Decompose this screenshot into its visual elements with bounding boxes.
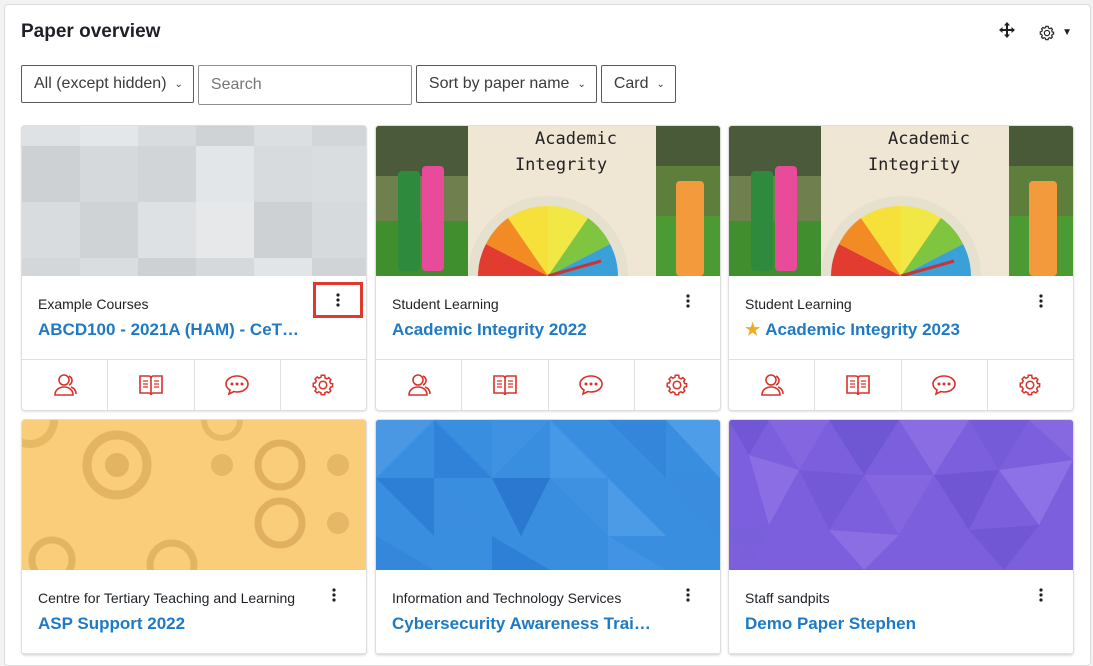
settings-gear-icon bbox=[312, 374, 334, 396]
course-card[interactable]: Centre for Tertiary Teaching and Learnin… bbox=[21, 419, 367, 655]
course-image-blue-triangles-pattern[interactable] bbox=[376, 420, 720, 570]
settings-gear-icon bbox=[1019, 374, 1041, 396]
course-actions-menu-button[interactable] bbox=[313, 282, 363, 318]
course-category: Information and Technology Services bbox=[392, 590, 622, 606]
grades-button[interactable] bbox=[462, 360, 549, 410]
course-image-yellow-circles-pattern[interactable] bbox=[22, 420, 366, 570]
kebab-menu-icon bbox=[336, 293, 340, 307]
course-card[interactable]: Information and Technology Services Cybe… bbox=[375, 419, 721, 655]
settings-gear-icon bbox=[666, 374, 688, 396]
course-name-text: Academic Integrity 2023 bbox=[765, 320, 960, 339]
gear-icon bbox=[1039, 25, 1055, 40]
grouping-label: All (except hidden) bbox=[34, 75, 167, 92]
course-card[interactable]: Example Courses ABCD100 - 2021A (HAM) - … bbox=[21, 125, 367, 411]
kebab-menu-icon bbox=[686, 294, 690, 308]
view-label: Card bbox=[613, 75, 649, 92]
course-name-link[interactable]: ABCD100 - 2021A (HAM) - CeT… bbox=[38, 320, 299, 340]
kebab-menu-icon bbox=[332, 588, 336, 602]
chevron-down-icon: ⌄ bbox=[577, 78, 586, 90]
star-icon: ★ bbox=[745, 320, 761, 339]
move-arrows-icon[interactable] bbox=[998, 21, 1016, 44]
course-image-grey-pattern[interactable] bbox=[22, 126, 366, 276]
course-image-academic-integrity-drawing[interactable]: Academic Integrity bbox=[729, 126, 1073, 276]
course-actions-menu-button[interactable] bbox=[1031, 294, 1051, 314]
chevron-down-icon: ⌄ bbox=[174, 78, 183, 90]
course-category: Student Learning bbox=[392, 296, 499, 312]
course-actions-menu-button[interactable] bbox=[678, 294, 698, 314]
kebab-menu-icon bbox=[1039, 294, 1043, 308]
course-name-link[interactable]: Demo Paper Stephen bbox=[745, 614, 916, 634]
sort-label: Sort by paper name bbox=[428, 75, 570, 92]
course-category: Centre for Tertiary Teaching and Learnin… bbox=[38, 590, 296, 606]
settings-button[interactable] bbox=[635, 360, 720, 410]
view-dropdown[interactable]: Card ⌄ bbox=[600, 65, 676, 103]
participants-icon bbox=[760, 374, 784, 396]
svg-text:Integrity: Integrity bbox=[868, 155, 960, 175]
chevron-down-icon: ▼ bbox=[1062, 27, 1072, 38]
svg-text:Academic: Academic bbox=[888, 129, 970, 149]
search-input[interactable] bbox=[197, 65, 412, 105]
forum-chat-icon bbox=[932, 375, 956, 396]
course-category: Staff sandpits bbox=[745, 590, 830, 606]
grades-book-icon bbox=[846, 375, 870, 396]
course-actions-menu-button[interactable] bbox=[324, 588, 344, 608]
course-actions-menu-button[interactable] bbox=[678, 588, 698, 608]
forum-chat-icon bbox=[225, 375, 249, 396]
forum-chat-icon bbox=[579, 375, 603, 396]
course-name-link[interactable]: Academic Integrity 2022 bbox=[392, 320, 587, 340]
sort-dropdown[interactable]: Sort by paper name ⌄ bbox=[415, 65, 597, 103]
settings-button[interactable] bbox=[988, 360, 1073, 410]
block-settings-menu[interactable]: ▼ bbox=[1038, 24, 1072, 42]
course-image-academic-integrity-drawing[interactable]: Academic Integrity bbox=[376, 126, 720, 276]
grades-book-icon bbox=[139, 375, 163, 396]
grouping-dropdown[interactable]: All (except hidden) ⌄ bbox=[21, 65, 194, 103]
svg-text:Integrity: Integrity bbox=[515, 155, 607, 175]
course-category: Example Courses bbox=[38, 296, 149, 312]
chevron-down-icon: ⌄ bbox=[656, 78, 665, 90]
participants-button[interactable] bbox=[729, 360, 816, 410]
participants-icon bbox=[53, 374, 77, 396]
grades-button[interactable] bbox=[108, 360, 195, 410]
block-title: Paper overview bbox=[21, 21, 161, 42]
course-actions-menu-button[interactable] bbox=[1031, 588, 1051, 608]
participants-button[interactable] bbox=[22, 360, 109, 410]
course-name-link[interactable]: ASP Support 2022 bbox=[38, 614, 185, 634]
course-name-link[interactable]: ★ Academic Integrity 2023 bbox=[745, 320, 960, 340]
course-card[interactable]: Academic Integrity Student Learning Acad… bbox=[375, 125, 721, 411]
participants-icon bbox=[407, 374, 431, 396]
course-category: Student Learning bbox=[745, 296, 852, 312]
grades-book-icon bbox=[493, 375, 517, 396]
forum-button[interactable] bbox=[195, 360, 281, 410]
course-image-purple-hexagon-pattern[interactable] bbox=[729, 420, 1073, 570]
forum-button[interactable] bbox=[902, 360, 988, 410]
settings-button[interactable] bbox=[281, 360, 366, 410]
svg-text:Academic: Academic bbox=[535, 129, 617, 149]
grades-button[interactable] bbox=[815, 360, 902, 410]
forum-button[interactable] bbox=[549, 360, 635, 410]
participants-button[interactable] bbox=[376, 360, 463, 410]
course-card[interactable]: Academic Integrity Student Learning ★ Aca… bbox=[728, 125, 1074, 411]
course-name-link[interactable]: Cybersecurity Awareness Trai… bbox=[392, 614, 651, 634]
kebab-menu-icon bbox=[1039, 588, 1043, 602]
course-card[interactable]: Staff sandpits Demo Paper Stephen bbox=[728, 419, 1074, 655]
kebab-menu-icon bbox=[686, 588, 690, 602]
